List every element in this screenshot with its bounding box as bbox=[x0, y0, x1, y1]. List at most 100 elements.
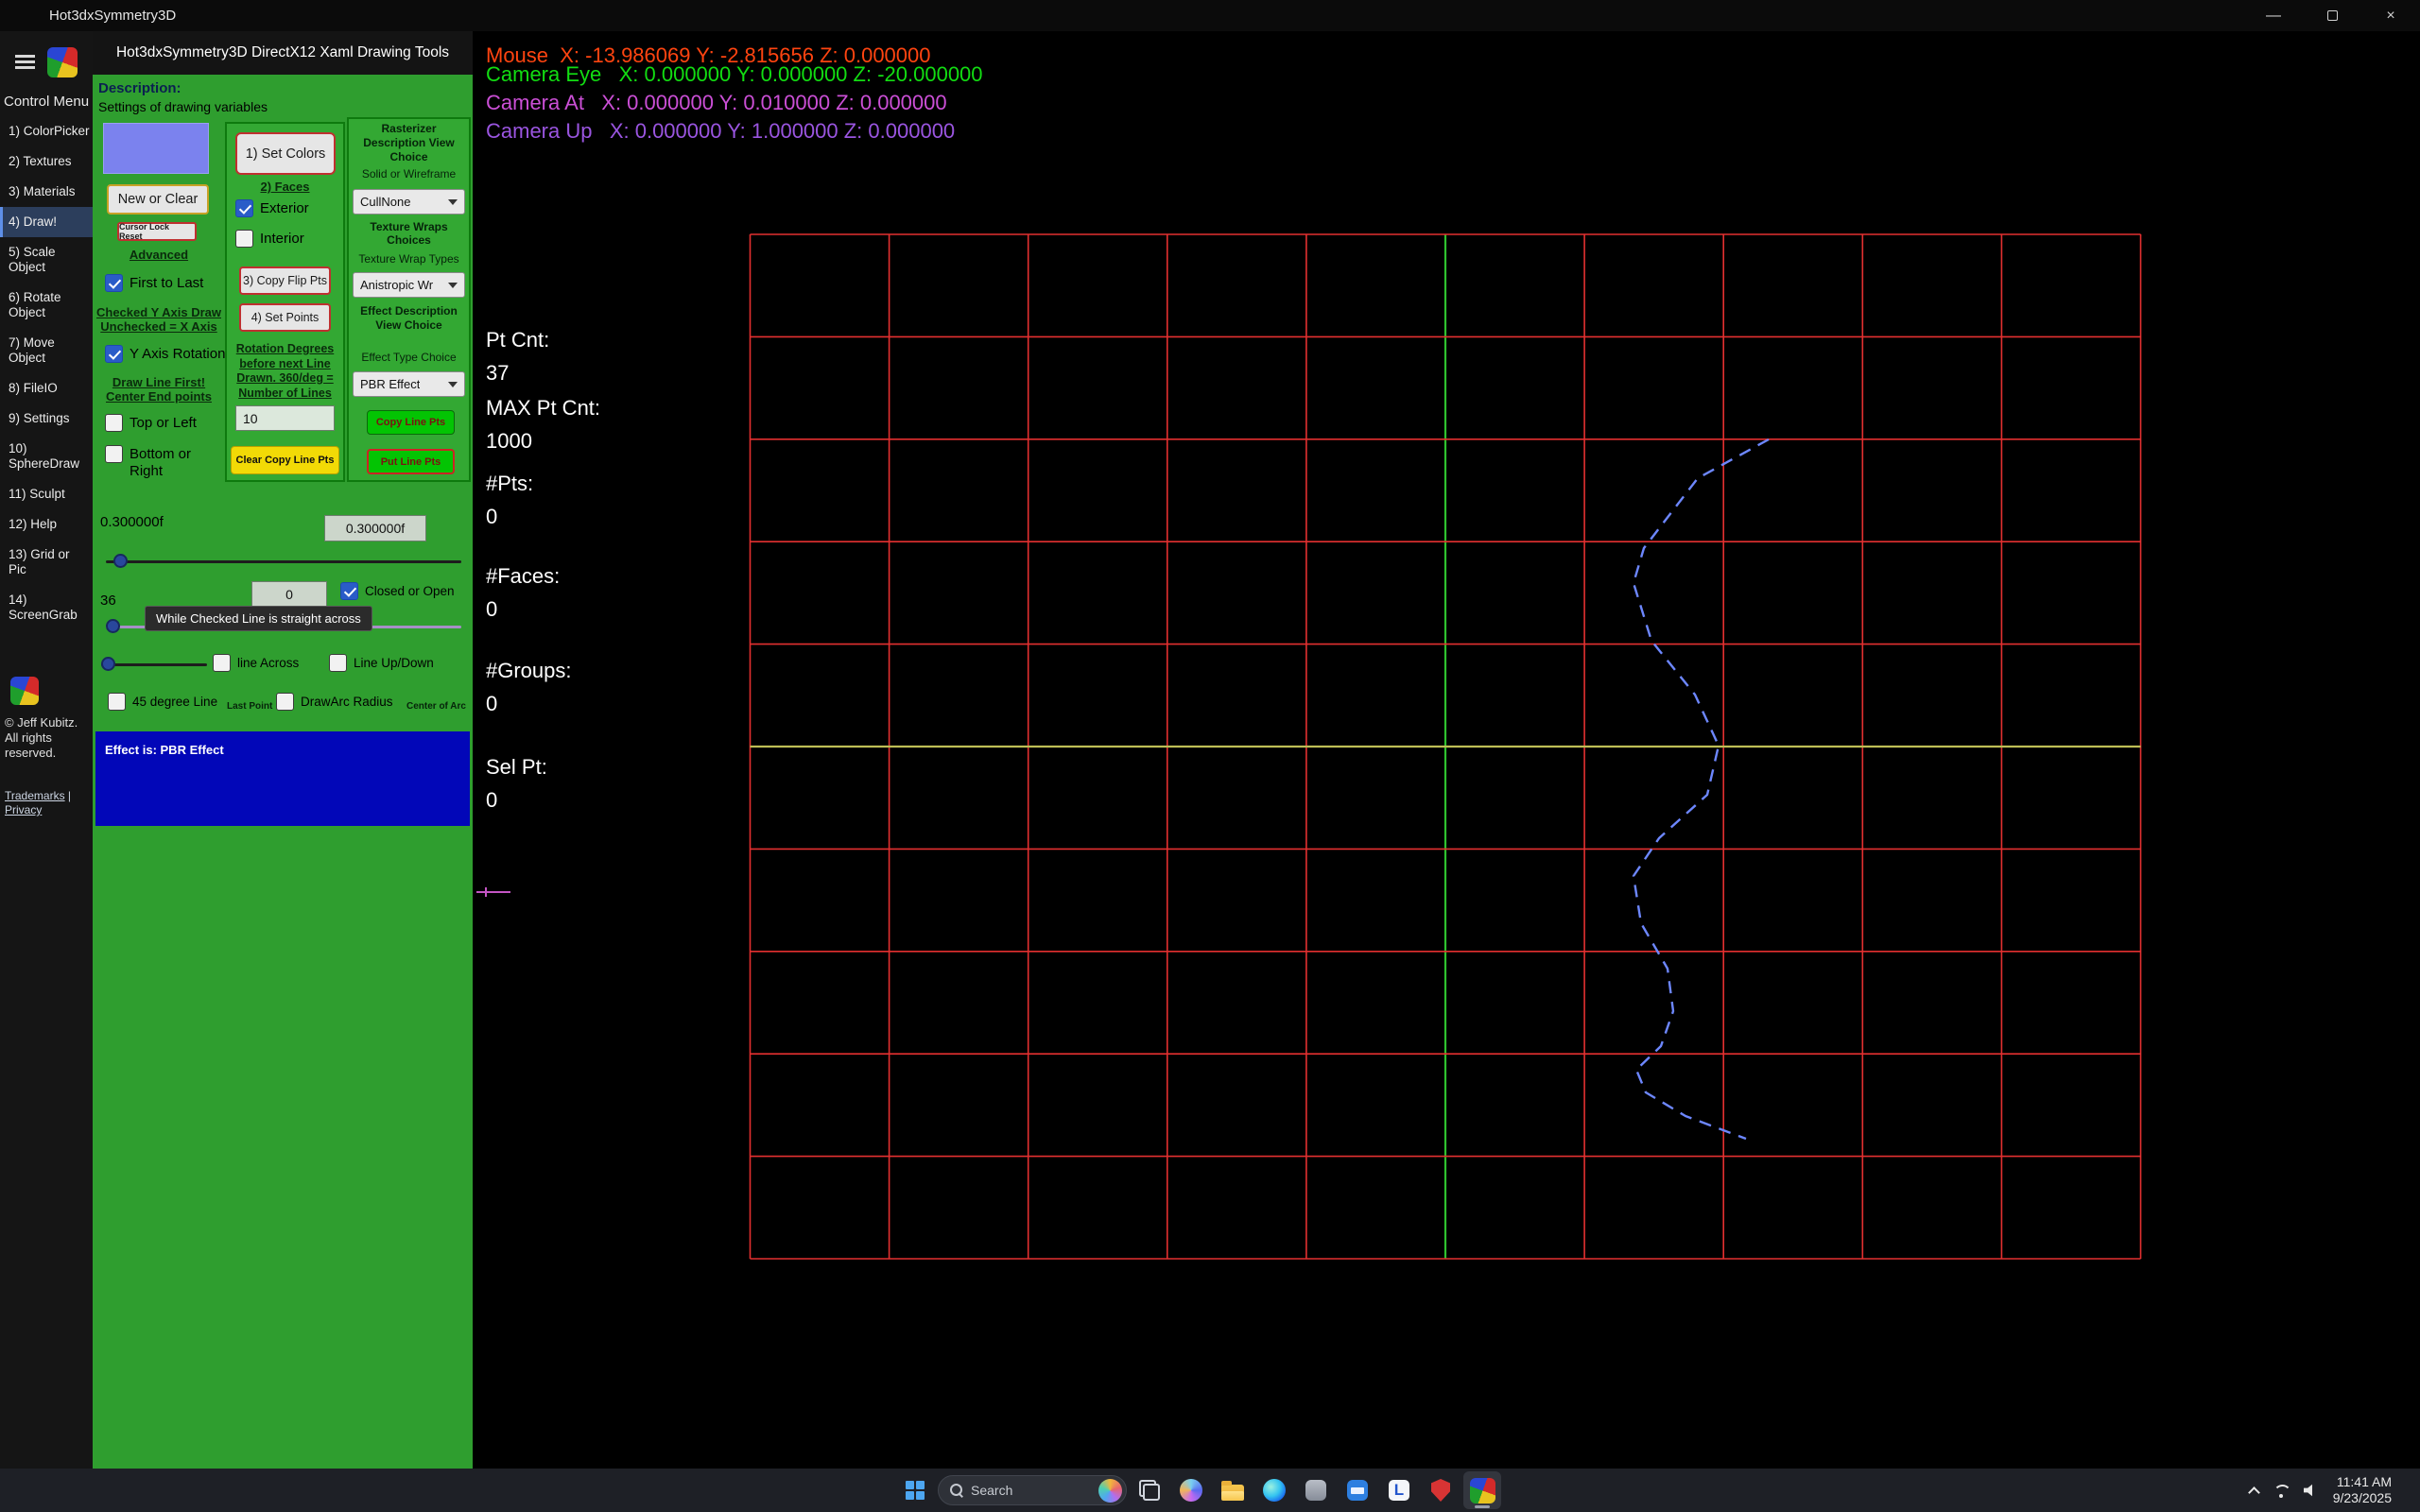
sidebar-item-6[interactable]: 6) Rotate Object bbox=[0, 283, 93, 328]
line-across-label: line Across bbox=[237, 654, 299, 672]
y-axis-rotation-label: Y Axis Rotation bbox=[130, 345, 225, 363]
closed-or-open-checkbox[interactable]: Closed or Open bbox=[340, 582, 455, 600]
sidebar-item-11[interactable]: 11) Sculpt bbox=[0, 479, 93, 509]
unchecked-checkbox-icon[interactable] bbox=[108, 693, 126, 711]
sidebar-item-1[interactable]: 1) ColorPicker bbox=[0, 116, 93, 146]
line-across-slider[interactable] bbox=[101, 657, 207, 672]
y-axis-note-link[interactable]: Checked Y Axis Draw Unchecked = X Axis bbox=[93, 305, 225, 334]
rotation-degrees-input[interactable]: 10 bbox=[235, 405, 335, 431]
y-axis-rotation-checkbox[interactable]: Y Axis Rotation bbox=[105, 345, 225, 363]
app-logo-icon bbox=[47, 47, 78, 77]
cull-mode-dropdown[interactable]: CullNone bbox=[353, 189, 465, 215]
slider-thumb[interactable] bbox=[113, 554, 128, 568]
hamburger-menu-icon[interactable] bbox=[15, 55, 35, 70]
minimize-button[interactable]: — bbox=[2244, 0, 2303, 31]
trademarks-link[interactable]: Trademarks bbox=[5, 789, 65, 802]
slider-track[interactable] bbox=[101, 663, 207, 666]
unchecked-checkbox-icon[interactable] bbox=[235, 230, 253, 248]
draw-line-first-link[interactable]: Draw Line First! Center End points bbox=[93, 375, 225, 404]
copilot-button[interactable] bbox=[1172, 1471, 1210, 1509]
sidebar-item-8[interactable]: 8) FileIO bbox=[0, 373, 93, 404]
clock[interactable]: 11:41 AM 9/23/2025 bbox=[2333, 1474, 2392, 1506]
task-view-button[interactable] bbox=[1131, 1471, 1168, 1509]
degrees-textbox[interactable]: 0 bbox=[251, 581, 327, 607]
points-subpanel: 1) Set Colors 2) Faces Exterior Interior… bbox=[225, 122, 345, 482]
copy-line-pts-button[interactable]: Copy Line Pts bbox=[367, 410, 455, 435]
float-value-textbox[interactable]: 0.300000f bbox=[324, 515, 426, 541]
checked-checkbox-icon[interactable] bbox=[105, 345, 123, 363]
sidebar-item-10[interactable]: 10) SphereDraw bbox=[0, 434, 93, 479]
sidebar-item-3[interactable]: 3) Materials bbox=[0, 177, 93, 207]
link-separator: | bbox=[65, 789, 71, 802]
closed-or-open-label: Closed or Open bbox=[365, 582, 455, 600]
effect-status-panel: Effect is: PBR Effect bbox=[95, 731, 470, 826]
cursor-lock-reset-button[interactable]: Cursor Lock Reset bbox=[117, 222, 197, 241]
file-explorer-icon bbox=[1221, 1485, 1244, 1501]
linqpad-button[interactable]: L bbox=[1380, 1471, 1418, 1509]
set-points-button[interactable]: 4) Set Points bbox=[239, 303, 331, 332]
search-copilot-icon[interactable] bbox=[1098, 1479, 1122, 1503]
maximize-button[interactable] bbox=[2303, 0, 2361, 31]
slider-thumb[interactable] bbox=[106, 619, 120, 633]
unchecked-checkbox-icon[interactable] bbox=[213, 654, 231, 672]
sidebar-item-12[interactable]: 12) Help bbox=[0, 509, 93, 540]
store-button[interactable] bbox=[1297, 1471, 1335, 1509]
first-to-last-checkbox[interactable]: First to Last bbox=[105, 274, 203, 292]
texture-wrap-value: Anistropic Wr bbox=[360, 278, 433, 292]
drawarc-radius-checkbox[interactable]: DrawArc Radius bbox=[276, 693, 393, 711]
titlebar: Hot3dxSymmetry3D — × bbox=[0, 0, 2420, 31]
sidebar-item-2[interactable]: 2) Textures bbox=[0, 146, 93, 177]
start-button[interactable] bbox=[896, 1471, 934, 1509]
float-slider[interactable] bbox=[106, 554, 461, 569]
file-explorer-button[interactable] bbox=[1214, 1471, 1252, 1509]
security-button[interactable] bbox=[1422, 1471, 1460, 1509]
mail-button[interactable] bbox=[1339, 1471, 1376, 1509]
exterior-checkbox[interactable]: Exterior bbox=[235, 199, 309, 217]
slider-track[interactable] bbox=[106, 560, 461, 563]
line-up-down-checkbox[interactable]: Line Up/Down bbox=[329, 654, 434, 672]
chevron-down-icon bbox=[448, 199, 458, 205]
line-across-checkbox[interactable]: line Across bbox=[213, 654, 299, 672]
drawing-canvas[interactable]: Mouse X: -13.986069 Y: -2.815656 Z: 0.00… bbox=[473, 31, 2420, 1469]
clear-copy-line-pts-button[interactable]: Clear Copy Line Pts bbox=[231, 446, 339, 474]
45-degree-line-checkbox[interactable]: 45 degree Line bbox=[108, 693, 217, 711]
checked-checkbox-icon[interactable] bbox=[340, 582, 358, 600]
sidebar-item-14[interactable]: 14) ScreenGrab bbox=[0, 585, 93, 630]
bottom-or-right-checkbox[interactable]: Bottom or Right bbox=[105, 445, 216, 480]
top-or-left-checkbox[interactable]: Top or Left bbox=[105, 414, 197, 432]
sidebar-item-5[interactable]: 5) Scale Object bbox=[0, 237, 93, 283]
set-colors-button[interactable]: 1) Set Colors bbox=[235, 132, 336, 175]
slider-thumb[interactable] bbox=[101, 657, 115, 671]
unchecked-checkbox-icon[interactable] bbox=[329, 654, 347, 672]
volume-icon[interactable] bbox=[2304, 1484, 2319, 1497]
new-or-clear-button[interactable]: New or Clear bbox=[107, 184, 209, 215]
unchecked-checkbox-icon[interactable] bbox=[105, 445, 123, 463]
faces-link[interactable]: 2) Faces bbox=[227, 180, 343, 194]
rotation-degrees-link[interactable]: Rotation Degrees before next Line Drawn.… bbox=[231, 342, 339, 401]
advanced-link[interactable]: Advanced bbox=[93, 248, 225, 262]
wifi-icon[interactable] bbox=[2273, 1484, 2290, 1498]
checked-checkbox-icon[interactable] bbox=[235, 199, 253, 217]
hidden-icons-chevron-icon[interactable] bbox=[2248, 1486, 2260, 1499]
checked-checkbox-icon[interactable] bbox=[105, 274, 123, 292]
privacy-link[interactable]: Privacy bbox=[5, 803, 42, 816]
unchecked-checkbox-icon[interactable] bbox=[276, 693, 294, 711]
search-input[interactable]: Search bbox=[938, 1475, 1127, 1505]
sidebar-item-4[interactable]: 4) Draw! bbox=[0, 207, 93, 237]
sidebar-item-7[interactable]: 7) Move Object bbox=[0, 328, 93, 373]
effect-type-value: PBR Effect bbox=[360, 377, 420, 391]
sidebar-item-13[interactable]: 13) Grid or Pic bbox=[0, 540, 93, 585]
interior-checkbox[interactable]: Interior bbox=[235, 230, 304, 248]
put-line-pts-button[interactable]: Put Line Pts bbox=[367, 449, 455, 474]
sidebar-item-9[interactable]: 9) Settings bbox=[0, 404, 93, 434]
search-icon bbox=[950, 1484, 963, 1497]
close-button[interactable]: × bbox=[2361, 0, 2420, 31]
unchecked-checkbox-icon[interactable] bbox=[105, 414, 123, 432]
texture-wrap-dropdown[interactable]: Anistropic Wr bbox=[353, 272, 465, 298]
current-color-swatch[interactable] bbox=[103, 123, 209, 174]
draw-line-first-line2: Center End points bbox=[106, 389, 212, 404]
copy-flip-pts-button[interactable]: 3) Copy Flip Pts bbox=[239, 266, 331, 295]
hot3dx-app-button[interactable] bbox=[1463, 1471, 1501, 1509]
edge-button[interactable] bbox=[1255, 1471, 1293, 1509]
effect-type-dropdown[interactable]: PBR Effect bbox=[353, 371, 465, 397]
